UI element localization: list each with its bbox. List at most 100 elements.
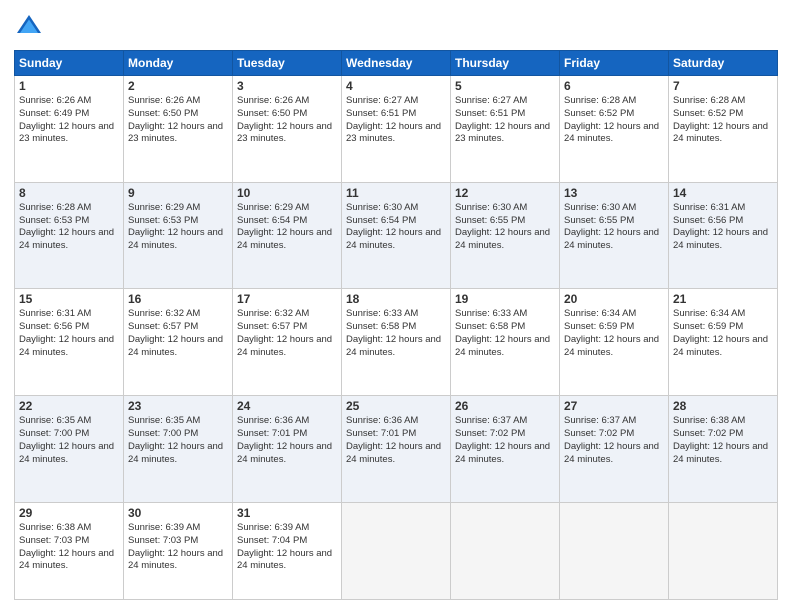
day-number: 1 — [19, 79, 119, 93]
day-number: 22 — [19, 399, 119, 413]
day-info: Sunrise: 6:28 AM Sunset: 6:52 PM Dayligh… — [673, 95, 773, 146]
calendar-day-header: Saturday — [669, 51, 778, 76]
calendar-cell: 21 Sunrise: 6:34 AM Sunset: 6:59 PM Dayl… — [669, 289, 778, 396]
sunset-label: Sunset: 7:04 PM — [237, 535, 307, 546]
day-number: 24 — [237, 399, 337, 413]
day-number: 13 — [564, 186, 664, 200]
calendar-cell: 2 Sunrise: 6:26 AM Sunset: 6:50 PM Dayli… — [124, 76, 233, 183]
sunset-label: Sunset: 7:00 PM — [19, 428, 89, 439]
calendar-cell: 15 Sunrise: 6:31 AM Sunset: 6:56 PM Dayl… — [15, 289, 124, 396]
sunrise-label: Sunrise: 6:39 AM — [128, 522, 200, 533]
day-number: 27 — [564, 399, 664, 413]
daylight-label: Daylight: 12 hours and 24 minutes. — [346, 227, 441, 251]
calendar-week-row: 1 Sunrise: 6:26 AM Sunset: 6:49 PM Dayli… — [15, 76, 778, 183]
day-number: 3 — [237, 79, 337, 93]
sunrise-label: Sunrise: 6:29 AM — [237, 202, 309, 213]
calendar-cell: 7 Sunrise: 6:28 AM Sunset: 6:52 PM Dayli… — [669, 76, 778, 183]
sunrise-label: Sunrise: 6:31 AM — [673, 202, 745, 213]
calendar-cell: 16 Sunrise: 6:32 AM Sunset: 6:57 PM Dayl… — [124, 289, 233, 396]
daylight-label: Daylight: 12 hours and 24 minutes. — [346, 441, 441, 465]
sunrise-label: Sunrise: 6:34 AM — [673, 308, 745, 319]
calendar-cell: 8 Sunrise: 6:28 AM Sunset: 6:53 PM Dayli… — [15, 182, 124, 289]
sunset-label: Sunset: 6:57 PM — [128, 321, 198, 332]
daylight-label: Daylight: 12 hours and 23 minutes. — [19, 121, 114, 145]
day-info: Sunrise: 6:33 AM Sunset: 6:58 PM Dayligh… — [346, 308, 446, 359]
sunrise-label: Sunrise: 6:38 AM — [19, 522, 91, 533]
sunset-label: Sunset: 6:55 PM — [455, 215, 525, 226]
sunrise-label: Sunrise: 6:35 AM — [128, 415, 200, 426]
daylight-label: Daylight: 12 hours and 24 minutes. — [564, 227, 659, 251]
sunset-label: Sunset: 7:02 PM — [673, 428, 743, 439]
calendar-cell: 9 Sunrise: 6:29 AM Sunset: 6:53 PM Dayli… — [124, 182, 233, 289]
sunset-label: Sunset: 6:58 PM — [346, 321, 416, 332]
sunset-label: Sunset: 6:54 PM — [346, 215, 416, 226]
calendar-cell: 19 Sunrise: 6:33 AM Sunset: 6:58 PM Dayl… — [451, 289, 560, 396]
daylight-label: Daylight: 12 hours and 24 minutes. — [237, 441, 332, 465]
calendar-cell: 28 Sunrise: 6:38 AM Sunset: 7:02 PM Dayl… — [669, 396, 778, 503]
daylight-label: Daylight: 12 hours and 24 minutes. — [673, 441, 768, 465]
calendar-week-row: 22 Sunrise: 6:35 AM Sunset: 7:00 PM Dayl… — [15, 396, 778, 503]
daylight-label: Daylight: 12 hours and 23 minutes. — [455, 121, 550, 145]
daylight-label: Daylight: 12 hours and 24 minutes. — [455, 334, 550, 358]
day-info: Sunrise: 6:30 AM Sunset: 6:55 PM Dayligh… — [455, 202, 555, 253]
calendar-day-header: Friday — [560, 51, 669, 76]
calendar-cell: 25 Sunrise: 6:36 AM Sunset: 7:01 PM Dayl… — [342, 396, 451, 503]
daylight-label: Daylight: 12 hours and 24 minutes. — [564, 441, 659, 465]
sunset-label: Sunset: 7:03 PM — [128, 535, 198, 546]
sunset-label: Sunset: 6:57 PM — [237, 321, 307, 332]
calendar-cell — [451, 502, 560, 599]
day-info: Sunrise: 6:32 AM Sunset: 6:57 PM Dayligh… — [237, 308, 337, 359]
sunrise-label: Sunrise: 6:32 AM — [237, 308, 309, 319]
calendar-week-row: 15 Sunrise: 6:31 AM Sunset: 6:56 PM Dayl… — [15, 289, 778, 396]
day-number: 6 — [564, 79, 664, 93]
calendar-table: SundayMondayTuesdayWednesdayThursdayFrid… — [14, 50, 778, 600]
sunrise-label: Sunrise: 6:26 AM — [128, 95, 200, 106]
sunset-label: Sunset: 6:56 PM — [673, 215, 743, 226]
daylight-label: Daylight: 12 hours and 24 minutes. — [673, 334, 768, 358]
daylight-label: Daylight: 12 hours and 24 minutes. — [455, 227, 550, 251]
sunset-label: Sunset: 6:58 PM — [455, 321, 525, 332]
day-number: 11 — [346, 186, 446, 200]
day-number: 29 — [19, 506, 119, 520]
calendar-cell: 12 Sunrise: 6:30 AM Sunset: 6:55 PM Dayl… — [451, 182, 560, 289]
sunset-label: Sunset: 6:56 PM — [19, 321, 89, 332]
day-info: Sunrise: 6:38 AM Sunset: 7:03 PM Dayligh… — [19, 522, 119, 573]
sunset-label: Sunset: 6:52 PM — [564, 108, 634, 119]
day-info: Sunrise: 6:29 AM Sunset: 6:54 PM Dayligh… — [237, 202, 337, 253]
day-number: 9 — [128, 186, 228, 200]
calendar-cell: 23 Sunrise: 6:35 AM Sunset: 7:00 PM Dayl… — [124, 396, 233, 503]
day-info: Sunrise: 6:26 AM Sunset: 6:50 PM Dayligh… — [128, 95, 228, 146]
day-info: Sunrise: 6:35 AM Sunset: 7:00 PM Dayligh… — [128, 415, 228, 466]
daylight-label: Daylight: 12 hours and 23 minutes. — [128, 121, 223, 145]
day-info: Sunrise: 6:39 AM Sunset: 7:04 PM Dayligh… — [237, 522, 337, 573]
sunrise-label: Sunrise: 6:27 AM — [455, 95, 527, 106]
sunrise-label: Sunrise: 6:29 AM — [128, 202, 200, 213]
day-info: Sunrise: 6:37 AM Sunset: 7:02 PM Dayligh… — [564, 415, 664, 466]
day-info: Sunrise: 6:36 AM Sunset: 7:01 PM Dayligh… — [237, 415, 337, 466]
sunset-label: Sunset: 7:03 PM — [19, 535, 89, 546]
daylight-label: Daylight: 12 hours and 24 minutes. — [19, 441, 114, 465]
sunrise-label: Sunrise: 6:33 AM — [346, 308, 418, 319]
sunset-label: Sunset: 7:01 PM — [346, 428, 416, 439]
day-number: 28 — [673, 399, 773, 413]
sunrise-label: Sunrise: 6:28 AM — [564, 95, 636, 106]
sunset-label: Sunset: 6:55 PM — [564, 215, 634, 226]
day-info: Sunrise: 6:27 AM Sunset: 6:51 PM Dayligh… — [455, 95, 555, 146]
sunset-label: Sunset: 7:02 PM — [564, 428, 634, 439]
sunrise-label: Sunrise: 6:30 AM — [564, 202, 636, 213]
sunrise-label: Sunrise: 6:33 AM — [455, 308, 527, 319]
calendar-cell — [342, 502, 451, 599]
day-number: 15 — [19, 292, 119, 306]
sunset-label: Sunset: 7:01 PM — [237, 428, 307, 439]
logo — [14, 12, 48, 42]
calendar-cell: 10 Sunrise: 6:29 AM Sunset: 6:54 PM Dayl… — [233, 182, 342, 289]
calendar-cell: 20 Sunrise: 6:34 AM Sunset: 6:59 PM Dayl… — [560, 289, 669, 396]
sunrise-label: Sunrise: 6:27 AM — [346, 95, 418, 106]
day-info: Sunrise: 6:33 AM Sunset: 6:58 PM Dayligh… — [455, 308, 555, 359]
sunrise-label: Sunrise: 6:26 AM — [19, 95, 91, 106]
calendar-header-row: SundayMondayTuesdayWednesdayThursdayFrid… — [15, 51, 778, 76]
sunrise-label: Sunrise: 6:38 AM — [673, 415, 745, 426]
daylight-label: Daylight: 12 hours and 23 minutes. — [346, 121, 441, 145]
daylight-label: Daylight: 12 hours and 24 minutes. — [128, 227, 223, 251]
daylight-label: Daylight: 12 hours and 24 minutes. — [19, 227, 114, 251]
